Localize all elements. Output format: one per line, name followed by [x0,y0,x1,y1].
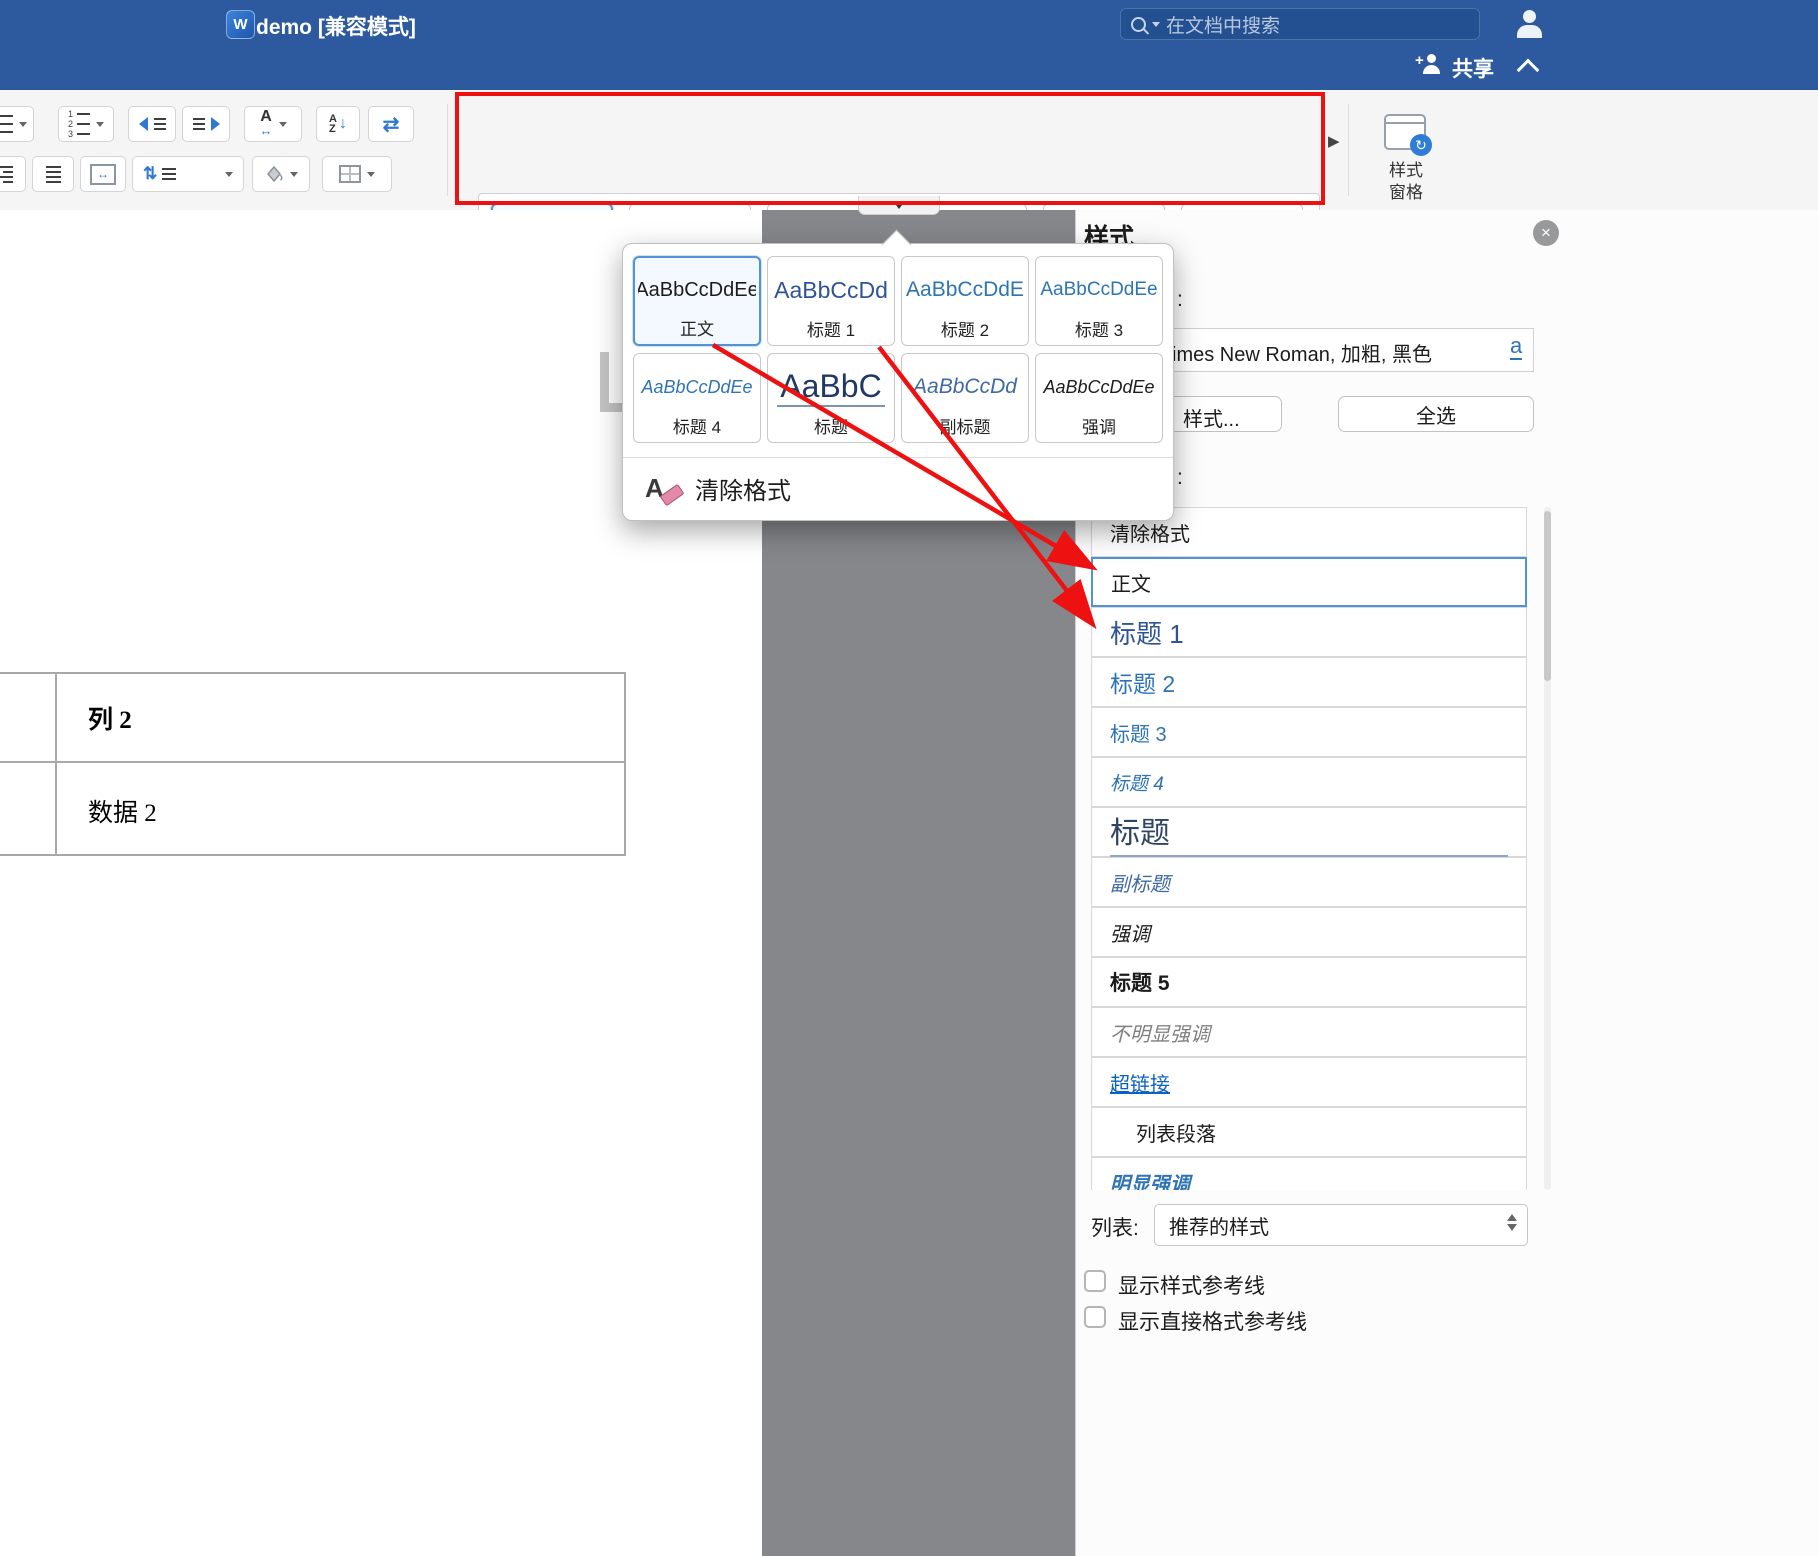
style-list-item-subtle-emphasis[interactable]: 不明显强调 [1091,1007,1527,1057]
styles-pane: 样式 × : imes New Roman, 加粗, 黑色 a 样式... 全选… [1075,210,1818,1556]
style-list-item-list-paragraph[interactable]: 列表段落 [1091,1107,1527,1157]
dropdown-style-subtitle[interactable]: AaBbCcDd 副标题 [901,353,1029,443]
word-window: W demo [兼容模式] 在文档中搜索 + 共享 1 2 3 A ↔ A Z … [0,0,1818,1556]
style-list-item-heading4[interactable]: 标题 4 [1091,757,1527,807]
style-list-item-subtitle[interactable]: 副标题 [1091,857,1527,907]
style-list-item-emphasis[interactable]: 强调 [1091,907,1527,957]
distribute-button[interactable]: ↔ [80,156,126,192]
distribute-icon: ↔ [90,163,116,185]
search-icon [1131,16,1146,32]
paint-bucket-icon [267,165,283,183]
show-style-guides-checkbox[interactable] [1084,1270,1106,1292]
borders-grid-icon [339,165,361,183]
document-title: demo [兼容模式] [256,16,416,39]
style-pane-button[interactable]: ↻ [1384,114,1432,156]
indent-icon [210,117,220,131]
show-direct-formatting-guides-checkbox[interactable] [1084,1306,1106,1328]
select-all-button[interactable]: 全选 [1338,396,1534,432]
style-list-scrollbar[interactable] [1544,507,1551,1190]
close-pane-icon[interactable]: × [1533,220,1559,246]
ribbon-divider [1348,104,1349,196]
line-spacing-button[interactable]: ⇅ [132,156,244,192]
style-list-item-intense-emphasis[interactable]: 明显强调 [1091,1157,1527,1190]
decrease-indent-button[interactable] [128,106,176,142]
paragraph-direction-button[interactable]: ⇄ [368,106,414,142]
table-border [0,761,625,763]
line-spacing-icon: ⇅ [143,164,177,184]
dropdown-separator [623,457,1173,458]
table-border [55,672,57,856]
list-filter-select[interactable]: 推荐的样式 [1154,1204,1528,1246]
search-input[interactable]: 在文档中搜索 [1120,8,1480,40]
table-data-cell[interactable]: 数据 2 [88,793,157,829]
gallery-more-icon[interactable]: ▶ [1328,132,1340,150]
dropdown-style-heading1[interactable]: AaBbCcDd 标题 1 [767,256,895,346]
table-border [624,672,626,856]
dropdown-style-body[interactable]: AaBbCcDdEe 正文 [633,256,761,346]
style-list-item-body[interactable]: 正文 [1091,557,1527,607]
expand-gallery-icon [893,201,905,209]
apply-style-label-fragment: : [1177,466,1183,489]
table-border [0,672,625,674]
style-list-item-heading5[interactable]: 标题 5 [1091,957,1527,1007]
eraser-icon: A [645,473,685,506]
bullet-list-icon [0,114,13,134]
align-right-icon [0,165,13,183]
character-scaling-button[interactable]: A ↔ [244,106,302,142]
style-preview-letter[interactable]: a [1510,334,1523,360]
clear-formatting-item[interactable]: A 清除格式 [645,466,791,510]
titlebar: W demo [兼容模式] 在文档中搜索 + 共享 [0,0,1818,91]
style-gallery-dropdown: AaBbCcDdEe 正文 AaBbCcDd 标题 1 AaBbCcDdE 标题… [622,229,1174,521]
word-app-icon: W [226,10,255,39]
bullet-list-button[interactable] [0,106,34,142]
ribbon-divider [447,104,448,196]
style-list-item-hyperlink[interactable]: 超链接 [1091,1057,1527,1107]
table-header-cell[interactable]: 列 2 [88,700,132,736]
shading-button[interactable] [252,156,310,192]
list-filter-label: 列表: [1091,1217,1139,1240]
sort-button[interactable]: AZ ↓ [316,106,360,142]
collapse-ribbon-icon[interactable] [1516,58,1540,82]
dropdown-style-heading3[interactable]: AaBbCcDdEe 标题 3 [1035,256,1163,346]
character-scaling-icon: A ↔ [259,108,273,138]
direction-icon: ⇄ [382,113,400,136]
sort-az-icon: AZ ↓ [329,113,347,135]
search-scope-chevron-icon [1152,21,1160,27]
dropdown-style-heading4[interactable]: AaBbCcDdEe 标题 4 [633,353,761,443]
borders-button[interactable] [322,156,392,192]
share-button[interactable]: 共享 [1452,53,1494,83]
style-list-item-heading3[interactable]: 标题 3 [1091,707,1527,757]
numbered-list-button[interactable]: 1 2 3 [58,106,114,142]
style-list-item-title[interactable]: 标题 [1091,807,1527,857]
justify-icon [45,165,61,183]
dropdown-style-emphasis[interactable]: AaBbCcDdEe 强调 [1035,353,1163,443]
table-border [0,854,625,856]
style-list-item-heading2[interactable]: 标题 2 [1091,657,1527,707]
stepper-icon [1507,1214,1517,1231]
share-person-icon: + [1415,52,1445,80]
style-pane-button-label[interactable]: 样式 窗格 [1366,160,1446,204]
show-style-guides-label: 显示样式参考线 [1118,1275,1265,1298]
search-placeholder: 在文档中搜索 [1166,15,1281,37]
outdent-icon [138,117,148,131]
current-style-description: imes New Roman, 加粗, 黑色 [1172,344,1433,366]
numbered-list-icon: 1 2 3 [68,110,90,139]
dropdown-style-title[interactable]: AaBbC 标题 [767,353,895,443]
style-pane-icon: ↻ [1384,114,1432,156]
contacts-icon[interactable] [1510,6,1550,46]
gallery-expand-tab[interactable] [858,196,940,215]
ribbon: 1 2 3 A ↔ AZ ↓ ⇄ ↔ ⇅ ▶ ↻ 样式 窗格 [0,90,1818,288]
justify-button[interactable] [32,156,74,192]
increase-indent-button[interactable] [182,106,230,142]
style-list: 清除格式 正文 标题 1 标题 2 标题 3 标题 4 标题 副标题 强调 标题… [1091,507,1527,1190]
dropdown-style-heading2[interactable]: AaBbCcDdE 标题 2 [901,256,1029,346]
current-style-label-fragment: : [1177,288,1183,311]
show-direct-formatting-guides-label: 显示直接格式参考线 [1118,1311,1307,1334]
style-list-item-heading1[interactable]: 标题 1 [1091,607,1527,657]
align-right-button[interactable] [0,156,26,192]
